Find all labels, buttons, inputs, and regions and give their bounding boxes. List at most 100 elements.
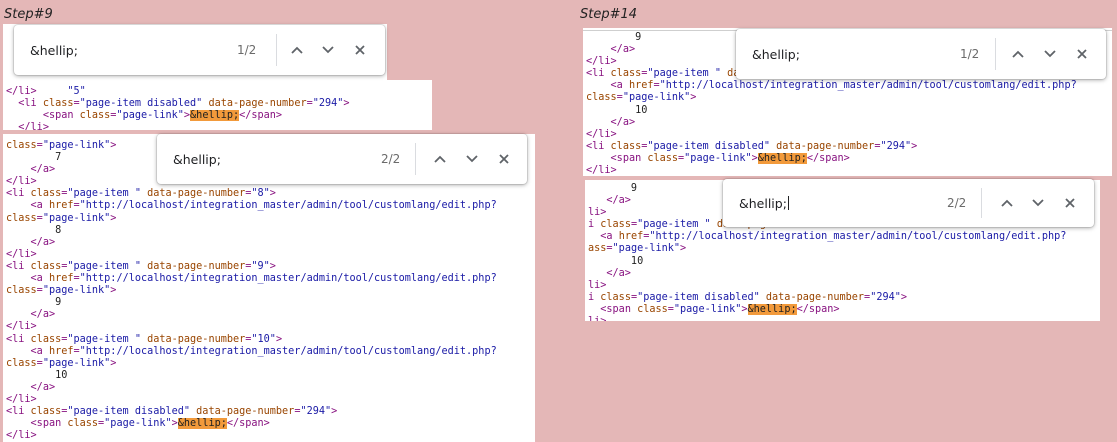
- code-token: >: [741, 303, 748, 315]
- code-token: "page-item ": [67, 260, 141, 272]
- code-token: </a>: [30, 309, 56, 321]
- code-line: <span class="page-link">&hellip;</span>: [6, 110, 350, 122]
- code-token: </span>: [239, 110, 283, 122]
- code-line: <a href="http://localhost/integration_ma…: [6, 346, 497, 358]
- code-token: "page-item ": [647, 68, 721, 80]
- code-line: </a>: [6, 382, 497, 394]
- find-separator: [415, 143, 416, 175]
- code-token: 10: [586, 104, 648, 116]
- code-line: 10: [6, 370, 497, 382]
- code-line: </li>: [6, 249, 497, 261]
- code-token: data-page-number: [196, 406, 295, 418]
- find-input[interactable]: &hellip;: [173, 134, 221, 184]
- code-token: href: [48, 273, 74, 285]
- code-token: href: [48, 200, 74, 212]
- code-token: class: [30, 260, 62, 272]
- code-token: >: [110, 140, 117, 151]
- code-token: <a: [30, 200, 49, 212]
- code-token: class: [610, 140, 642, 152]
- code-token: "page-link": [42, 140, 111, 151]
- chevron-up-icon[interactable]: [1007, 29, 1029, 79]
- code-lines: </li> "5" <li class="page-item disabled"…: [6, 86, 350, 130]
- code-line: class="page-link">: [6, 213, 497, 225]
- code-line: <a href="http://localhost/integration_ma…: [6, 200, 497, 212]
- code-token: >: [331, 406, 338, 418]
- chevron-up-icon[interactable]: [996, 179, 1018, 227]
- close-icon[interactable]: [1071, 29, 1093, 79]
- code-token: "9": [251, 260, 270, 272]
- code-token: <li: [6, 260, 31, 272]
- code-token: "page-item ": [67, 333, 141, 345]
- code-token: "page-item disabled": [67, 406, 191, 418]
- code-token: li>: [588, 207, 607, 219]
- code-token: </a>: [30, 236, 56, 248]
- code-token: <span: [30, 418, 68, 430]
- find-input[interactable]: &hellip;: [752, 29, 800, 79]
- code-token: <a: [30, 273, 49, 285]
- close-icon[interactable]: [349, 25, 371, 75]
- code-token: >: [171, 418, 178, 430]
- code-token: <li: [586, 68, 611, 80]
- code-line: class="page-link">: [6, 358, 497, 370]
- match-count: 2/2: [947, 196, 967, 210]
- code-line: <span class="page-link">&hellip;</span>: [6, 418, 497, 430]
- find-separator: [276, 34, 277, 66]
- code-token: "5": [67, 86, 86, 97]
- code-token: li>: [588, 279, 607, 291]
- code-token: <li: [18, 98, 43, 110]
- code-token: <span: [610, 152, 648, 164]
- code-token: 7: [6, 152, 62, 164]
- code-token: "page-link": [42, 212, 111, 224]
- code-token: >: [110, 357, 117, 369]
- code-line: </li>: [6, 321, 497, 333]
- code-token: </a>: [610, 116, 636, 128]
- code-token: "294": [880, 140, 912, 152]
- code-token: class: [30, 333, 62, 345]
- chevron-down-icon[interactable]: [1027, 179, 1049, 227]
- code-token: <a: [600, 231, 619, 243]
- code-line: <li class="page-item " data-page-number=…: [6, 188, 497, 200]
- step-label-right: Step#14: [580, 7, 638, 22]
- close-icon[interactable]: [1059, 179, 1081, 227]
- code-token: "page-item disabled": [79, 98, 203, 110]
- code-token: "http://localhost/integration_master/adm…: [659, 80, 1077, 92]
- chevron-down-icon[interactable]: [317, 25, 339, 75]
- code-line: <span class="page-link">&hellip;</span>: [586, 152, 1077, 165]
- code-line: 10: [588, 256, 1066, 268]
- code-token: "http://localhost/integration_master/adm…: [79, 200, 497, 212]
- code-token: class: [6, 357, 37, 369]
- code-token: class: [30, 188, 62, 200]
- code-token: class: [6, 285, 37, 297]
- code-token: "page-link": [104, 418, 172, 430]
- code-token: <li: [6, 406, 31, 418]
- code-token: >: [911, 140, 918, 152]
- find-input[interactable]: &hellip;: [739, 179, 789, 227]
- code-line: <li class="page-item disabled" data-page…: [6, 98, 349, 110]
- search-match-highlight: &hellip;: [757, 152, 807, 164]
- chevron-down-icon[interactable]: [1039, 29, 1061, 79]
- code-token: "page-link": [42, 285, 111, 297]
- find-separator: [981, 188, 982, 218]
- chevron-up-icon[interactable]: [429, 134, 451, 184]
- code-line: li>: [588, 280, 1066, 292]
- code-line: </li>: [6, 122, 350, 130]
- chevron-up-icon[interactable]: [286, 25, 308, 75]
- chevron-down-icon[interactable]: [461, 134, 483, 184]
- code-token: </li>: [586, 128, 617, 140]
- code-lines: class="page-link"> 7 </a> </li> <li class=…: [6, 140, 497, 442]
- find-input[interactable]: &hellip;: [30, 25, 78, 75]
- code-line: class="page-link">: [586, 92, 1077, 104]
- code-token: class: [586, 92, 617, 104]
- code-token: 10: [6, 369, 68, 381]
- code-token: </li>: [18, 122, 49, 130]
- close-icon[interactable]: [493, 134, 515, 184]
- code-token: class: [637, 303, 668, 315]
